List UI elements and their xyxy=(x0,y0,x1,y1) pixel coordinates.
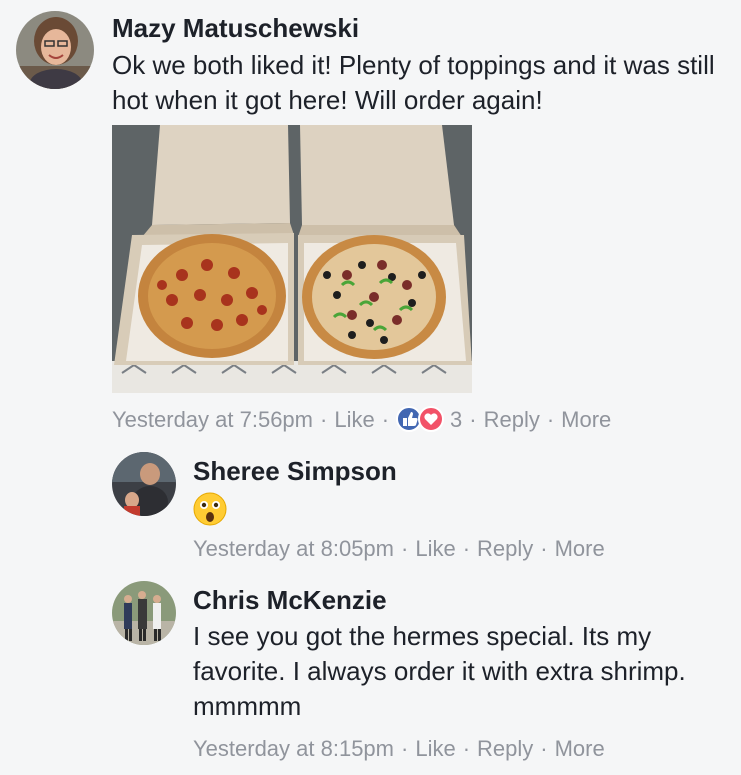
timestamp-link[interactable]: Yesterday at 7:56pm xyxy=(112,407,313,432)
avatar-photo xyxy=(16,11,94,89)
comment-author[interactable]: Mazy Matuschewski xyxy=(112,13,359,43)
comment-text: Ok we both liked it! Plenty of toppings … xyxy=(112,50,715,115)
separator: · xyxy=(381,407,390,432)
more-link[interactable]: More xyxy=(555,536,605,561)
pizza-photo[interactable] xyxy=(112,125,472,393)
reply-link[interactable]: Reply xyxy=(477,536,533,561)
like-link[interactable]: Like xyxy=(415,736,455,761)
timestamp-link[interactable]: Yesterday at 8:15pm xyxy=(193,736,394,761)
like-link[interactable]: Like xyxy=(415,536,455,561)
separator: · xyxy=(540,736,548,761)
separator: · xyxy=(546,407,555,432)
comment-text: I see you got the hermes special. Its my… xyxy=(193,621,686,721)
timestamp-link[interactable]: Yesterday at 8:05pm xyxy=(193,536,394,561)
separator: · xyxy=(540,536,548,561)
avatar-photo xyxy=(112,581,176,645)
like-reaction-icon xyxy=(396,406,423,432)
avatar-photo xyxy=(112,452,176,516)
pizza-image xyxy=(112,125,472,393)
love-reaction-icon xyxy=(418,406,445,432)
avatar-sheree[interactable] xyxy=(112,452,176,516)
comment-meta: Yesterday at 7:56pm · Like · 3 · Reply · More xyxy=(112,406,611,433)
reaction-count[interactable]: 3 xyxy=(450,407,462,432)
comment-meta: Yesterday at 8:15pm · Like · Reply · More xyxy=(193,736,605,762)
avatar-mazy[interactable] xyxy=(16,11,94,89)
like-link[interactable]: Like xyxy=(334,407,374,432)
reply-link[interactable]: Reply xyxy=(477,736,533,761)
emoji-text: 😮 xyxy=(227,492,228,493)
more-link[interactable]: More xyxy=(555,736,605,761)
astonished-emoji-icon: 😮 xyxy=(193,492,227,526)
separator: · xyxy=(469,407,477,432)
comment-author[interactable]: Sheree Simpson xyxy=(193,456,397,486)
avatar-chris[interactable] xyxy=(112,581,176,645)
comment-meta: Yesterday at 8:05pm · Like · Reply · More xyxy=(193,536,605,562)
reaction-icons[interactable] xyxy=(396,406,450,432)
separator: · xyxy=(320,407,328,432)
separator: · xyxy=(401,536,409,561)
comment-author[interactable]: Chris McKenzie xyxy=(193,585,387,615)
separator: · xyxy=(401,736,409,761)
more-link[interactable]: More xyxy=(561,407,611,432)
separator: · xyxy=(462,536,471,561)
separator: · xyxy=(462,736,471,761)
reply-link[interactable]: Reply xyxy=(484,407,540,432)
